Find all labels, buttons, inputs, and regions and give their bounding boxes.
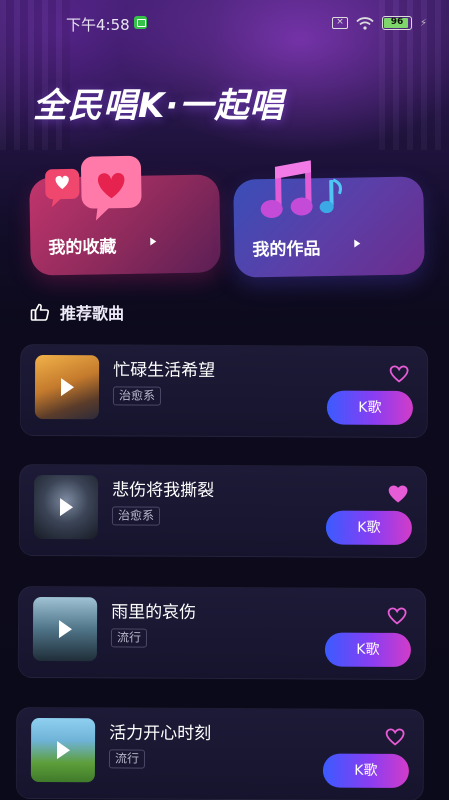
song-row[interactable]: 活力开心时刻 流行 K歌 xyxy=(15,706,425,800)
status-time: 下午4:58 xyxy=(66,16,130,34)
my-works-label: 我的作品 xyxy=(252,239,321,261)
song-genre-tag: 流行 xyxy=(110,628,148,648)
battery-icon: 96 xyxy=(381,16,412,30)
play-icon xyxy=(59,498,74,517)
heart-outline-icon[interactable] xyxy=(389,365,409,383)
song-cover[interactable] xyxy=(33,475,99,540)
karaoke-button[interactable]: K歌 xyxy=(326,390,414,425)
heart-outline-icon[interactable] xyxy=(385,728,405,746)
karaoke-button[interactable]: K歌 xyxy=(322,753,410,788)
song-genre-tag: 治愈系 xyxy=(112,386,162,406)
my-favorites-card[interactable]: 我的收藏 xyxy=(29,155,221,276)
heart-filled-icon[interactable] xyxy=(388,485,408,503)
song-row[interactable]: 雨里的哀伤 流行 K歌 xyxy=(17,585,427,681)
battery-level: 96 xyxy=(390,17,404,27)
karaoke-button[interactable]: K歌 xyxy=(325,510,413,545)
notification-app-icon xyxy=(134,16,147,29)
section-title: 推荐歌曲 xyxy=(60,304,125,323)
play-icon xyxy=(60,378,75,397)
heart-outline-icon[interactable] xyxy=(387,607,407,625)
song-row[interactable]: 忙碌生活希望 治愈系 K歌 xyxy=(19,343,429,439)
app-title: 全民唱K·一起唱 xyxy=(33,86,285,126)
song-cover[interactable] xyxy=(30,718,96,783)
my-favorites-label: 我的收藏 xyxy=(48,237,117,259)
song-cover[interactable] xyxy=(32,597,98,662)
song-genre-tag: 流行 xyxy=(108,749,146,769)
wifi-icon xyxy=(356,16,374,30)
play-icon xyxy=(58,620,73,639)
karaoke-button[interactable]: K歌 xyxy=(324,632,412,667)
my-works-card[interactable]: 我的作品 xyxy=(233,160,425,278)
play-icon xyxy=(56,741,71,760)
hearts-chat-icon xyxy=(45,155,142,221)
song-genre-tag: 治愈系 xyxy=(111,506,161,526)
no-sim-icon: × xyxy=(331,17,348,29)
song-title: 活力开心时刻 xyxy=(109,723,212,744)
song-cover[interactable] xyxy=(34,355,100,420)
music-notes-icon xyxy=(260,160,342,218)
song-title: 忙碌生活希望 xyxy=(113,360,216,381)
arrow-right-icon xyxy=(354,239,361,248)
status-bar: 下午4:58 × 96 ⚡ xyxy=(0,0,449,44)
song-title: 雨里的哀伤 xyxy=(111,602,197,623)
charging-icon: ⚡ xyxy=(419,17,427,29)
song-title: 悲伤将我撕裂 xyxy=(112,480,215,501)
song-row[interactable]: 悲伤将我撕裂 治愈系 K歌 xyxy=(18,463,428,559)
thumbs-up-icon xyxy=(30,303,50,321)
status-indicators: × 96 ⚡ xyxy=(331,16,427,30)
recommended-songs-header: 推荐歌曲 xyxy=(30,300,124,324)
arrow-right-icon xyxy=(150,237,157,246)
